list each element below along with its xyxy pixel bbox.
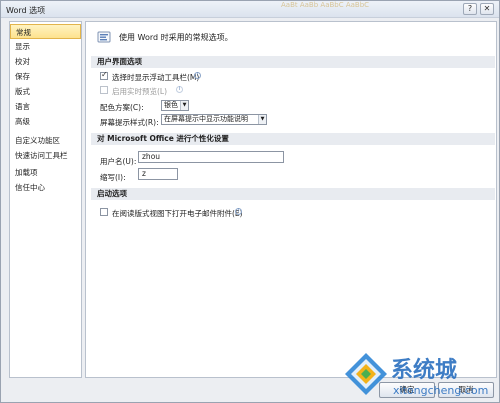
watermark-url: xitongcheng.com xyxy=(393,384,489,397)
initials-input[interactable]: z xyxy=(138,168,178,180)
watermark-text: 系统城 xyxy=(391,358,458,383)
options-sidebar: 常规 显示 校对 保存 版式 语言 高级 自定义功能区 快速访问工具栏 加载项 … xyxy=(9,21,82,378)
chevron-down-icon: ▼ xyxy=(180,101,188,110)
dialog-title: Word 选项 xyxy=(6,6,46,15)
personalize-heading: 对 Microsoft Office 进行个性化设置 xyxy=(91,133,495,145)
sidebar-item-save[interactable]: 保存 xyxy=(10,69,81,84)
word-options-dialog: Word 选项 AaBt AaBb AaBbC AaBbC ? ✕ 常规 显示 … xyxy=(0,0,500,403)
general-options-panel: 使用 Word 时采用的常规选项。 用户界面选项 选择时显示浮动工具栏(M) i… xyxy=(85,21,497,378)
intro-text: 使用 Word 时采用的常规选项。 xyxy=(119,33,233,42)
mini-toolbar-checkbox[interactable] xyxy=(100,70,108,80)
username-label: 用户名(U): xyxy=(100,157,137,166)
options-icon xyxy=(97,31,111,43)
sidebar-item-proofing[interactable]: 校对 xyxy=(10,54,81,69)
live-preview-checkbox[interactable] xyxy=(100,86,108,94)
sidebar-item-add-ins[interactable]: 加载项 xyxy=(10,165,81,180)
username-input[interactable]: zhou xyxy=(138,151,284,163)
reading-view-checkbox[interactable] xyxy=(100,208,108,216)
live-preview-label[interactable]: 启用实时预览(L) xyxy=(112,86,167,97)
ui-options-heading: 用户界面选项 xyxy=(91,56,495,68)
site-watermark: 系统城 xitongcheng.com xyxy=(343,349,499,402)
info-icon: i xyxy=(176,86,183,93)
screentip-style-dropdown[interactable]: 在屏幕提示中显示功能说明 ▼ xyxy=(161,114,267,125)
help-button[interactable]: ? xyxy=(463,3,477,15)
reading-view-label[interactable]: 在阅读版式视图下打开电子邮件附件(E) xyxy=(112,208,243,219)
info-icon: i xyxy=(235,208,242,215)
sidebar-item-layout[interactable]: 版式 xyxy=(10,84,81,99)
close-button[interactable]: ✕ xyxy=(480,3,494,15)
startup-options-heading: 启动选项 xyxy=(91,188,495,200)
sidebar-item-general[interactable]: 常规 xyxy=(10,24,81,39)
color-scheme-dropdown[interactable]: 银色 ▼ xyxy=(161,100,189,111)
sidebar-item-display[interactable]: 显示 xyxy=(10,39,81,54)
info-icon: i xyxy=(194,72,201,79)
screentip-style-label: 屏幕提示样式(R): xyxy=(100,118,159,127)
title-bar: Word 选项 AaBt AaBb AaBbC AaBbC ? ✕ xyxy=(1,1,499,18)
chevron-down-icon: ▼ xyxy=(258,115,266,124)
watermark-logo-icon xyxy=(345,353,387,395)
mini-toolbar-label[interactable]: 选择时显示浮动工具栏(M) xyxy=(112,72,199,83)
sidebar-item-quick-access-toolbar[interactable]: 快速访问工具栏 xyxy=(10,148,81,163)
screentip-style-value: 在屏幕提示中显示功能说明 xyxy=(164,115,248,123)
background-ribbon-styles: AaBt AaBb AaBbC AaBbC xyxy=(281,1,370,9)
color-scheme-value: 银色 xyxy=(164,101,178,109)
initials-label: 缩写(I): xyxy=(100,173,126,182)
sidebar-item-customize-ribbon[interactable]: 自定义功能区 xyxy=(10,133,81,148)
sidebar-item-trust-center[interactable]: 信任中心 xyxy=(10,180,81,195)
sidebar-item-language[interactable]: 语言 xyxy=(10,99,81,114)
color-scheme-label: 配色方案(C): xyxy=(100,103,144,112)
sidebar-item-advanced[interactable]: 高级 xyxy=(10,114,81,129)
